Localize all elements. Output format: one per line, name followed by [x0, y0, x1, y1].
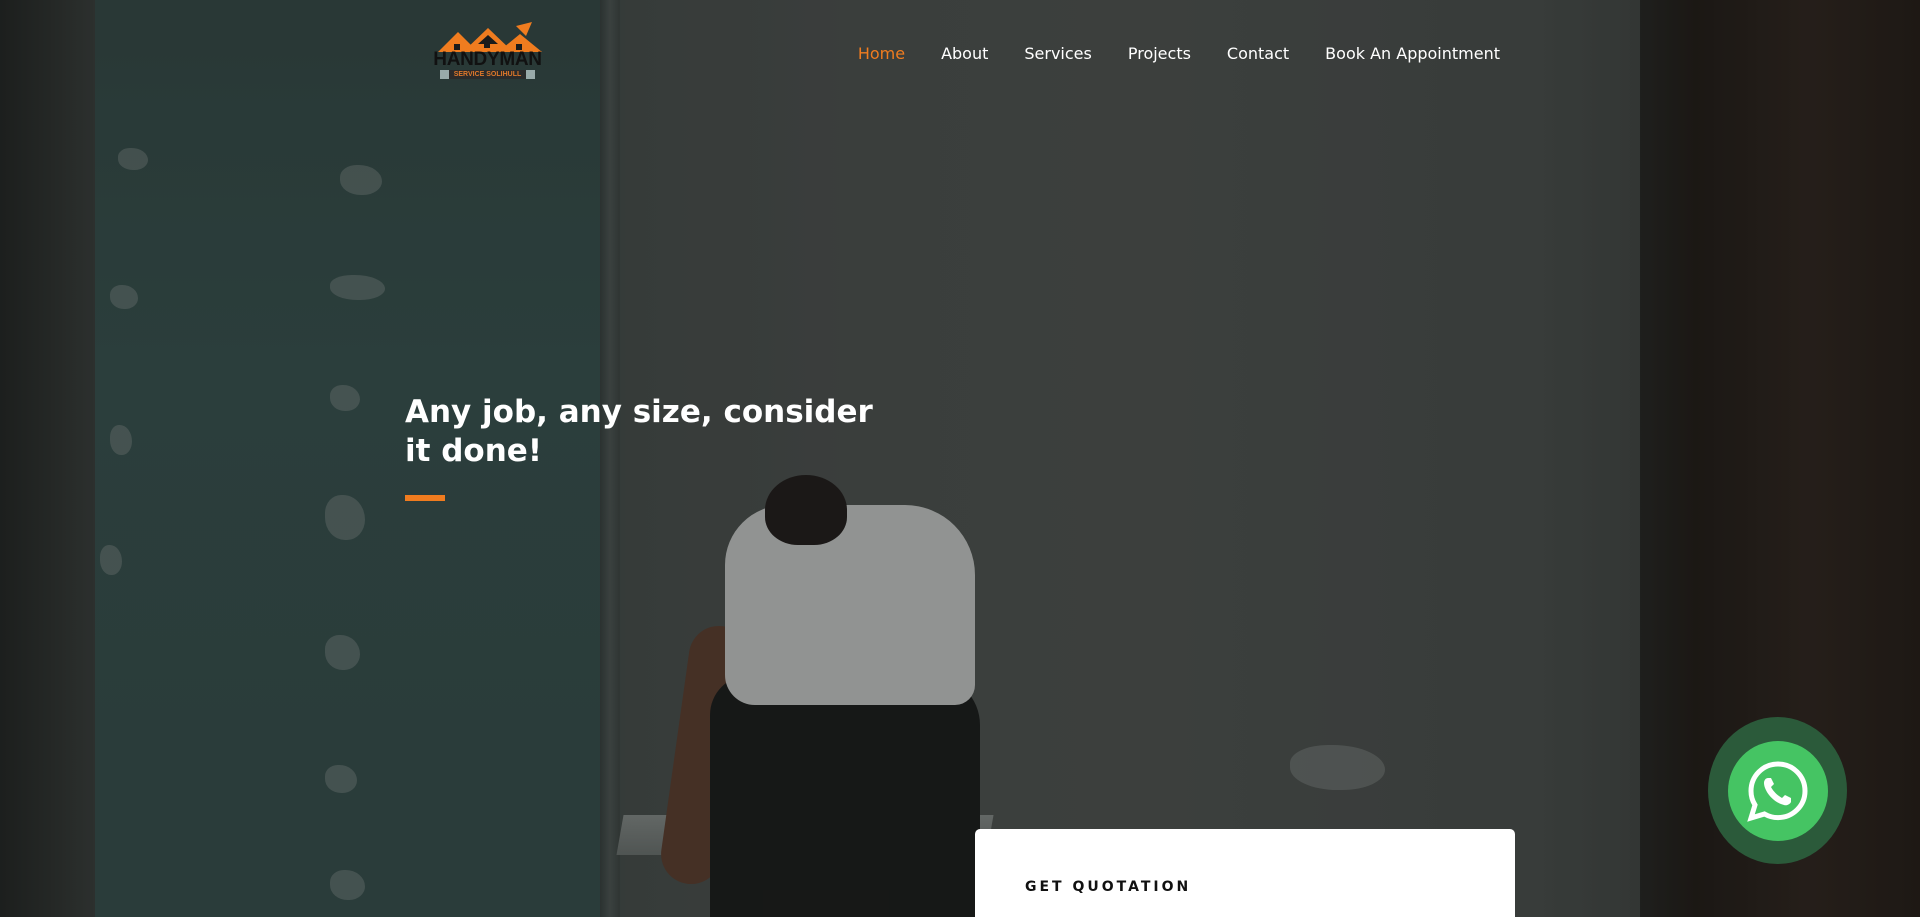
headline-accent-bar — [405, 495, 445, 501]
nav-projects[interactable]: Projects — [1128, 44, 1191, 63]
hero-section: HANDYMAN SERVICE SOLIHULL Home About Ser… — [0, 0, 1920, 917]
nav-services[interactable]: Services — [1024, 44, 1091, 63]
nav-book-appointment[interactable]: Book An Appointment — [1325, 44, 1500, 63]
quotation-card-title: GET QUOTATION — [1025, 879, 1192, 895]
logo-tagline: SERVICE SOLIHULL — [439, 70, 536, 79]
site-logo[interactable]: HANDYMAN SERVICE SOLIHULL — [425, 22, 550, 88]
site-header: HANDYMAN SERVICE SOLIHULL Home About Ser… — [0, 0, 1920, 110]
nav-contact[interactable]: Contact — [1227, 44, 1289, 63]
main-navigation: Home About Services Projects Contact Boo… — [858, 44, 1500, 63]
logo-brand-name: HANDYMAN — [433, 49, 542, 70]
hero-background-image — [0, 0, 1920, 917]
quotation-card: GET QUOTATION — [975, 829, 1515, 917]
whatsapp-icon — [1746, 760, 1808, 822]
nav-about[interactable]: About — [941, 44, 988, 63]
nav-home[interactable]: Home — [858, 44, 905, 63]
whatsapp-button[interactable] — [1708, 717, 1847, 864]
whatsapp-icon-circle — [1727, 740, 1828, 841]
hero-headline: Any job, any size, consider it done! — [405, 394, 873, 469]
hero-text-block: Any job, any size, consider it done! — [405, 393, 875, 501]
